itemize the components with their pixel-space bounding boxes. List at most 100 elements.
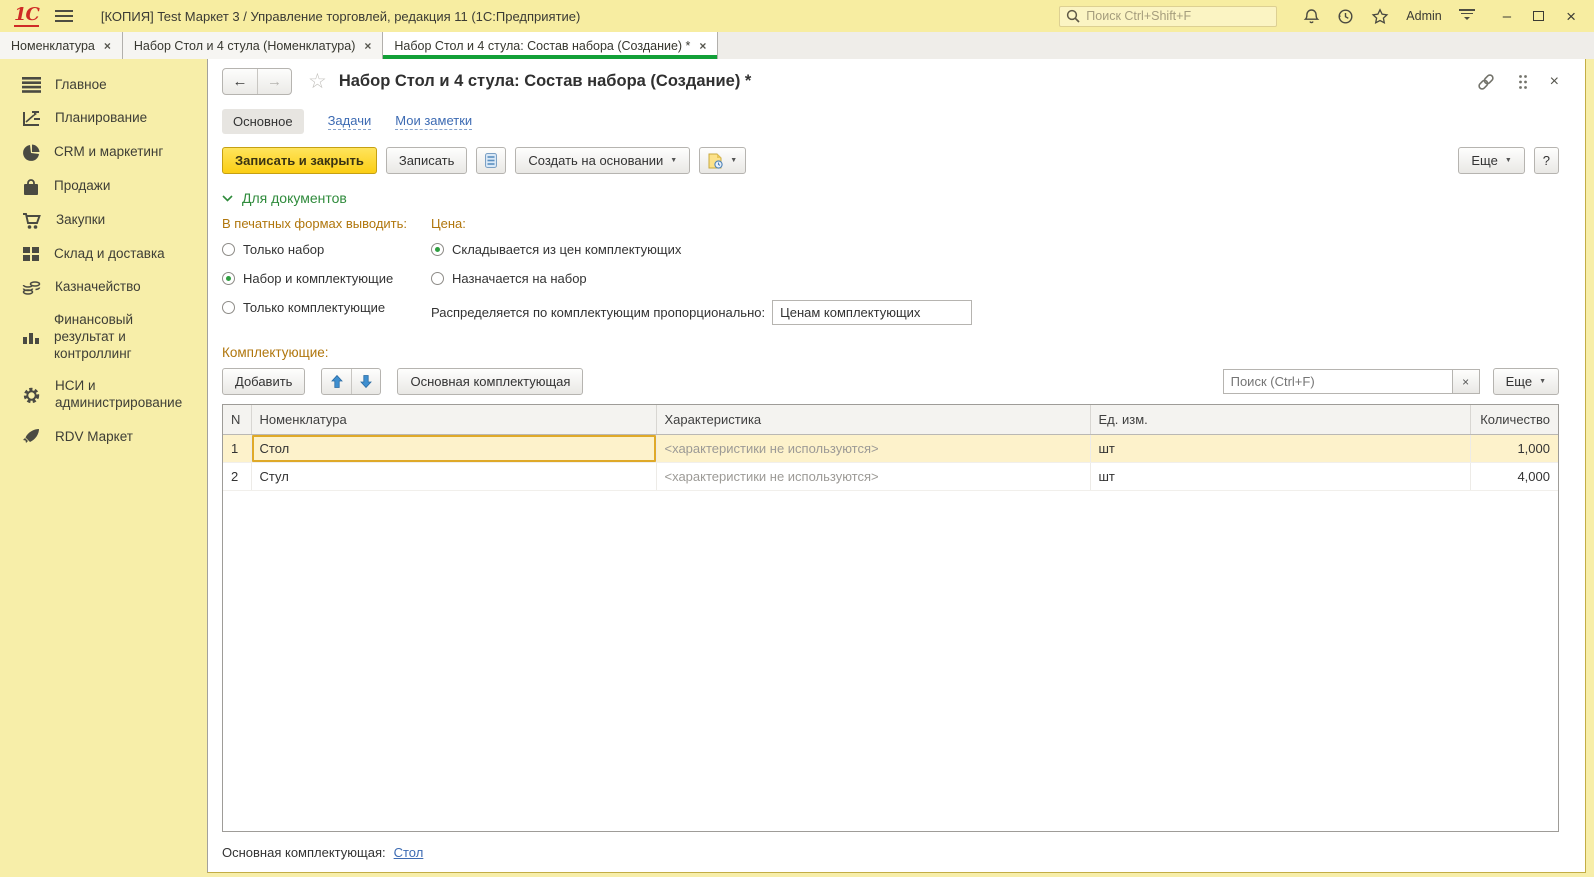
shopping-cart-icon: [23, 212, 41, 229]
tab-nabor-card[interactable]: Набор Стол и 4 стула (Номенклатура) ×: [122, 32, 384, 59]
tab-label: Номенклатура: [11, 38, 95, 53]
move-down-button[interactable]: [351, 369, 380, 394]
clear-search-icon[interactable]: ×: [1452, 369, 1480, 394]
favorite-star-icon[interactable]: ☆: [308, 69, 327, 94]
distribute-input[interactable]: [772, 300, 973, 325]
sidebar-item-zakupki[interactable]: Закупки: [0, 204, 207, 238]
radio-naznachaetsya-na-nabor[interactable]: Назначается на набор: [431, 271, 972, 286]
maximize-icon[interactable]: [1533, 11, 1545, 21]
tab-label: Набор Стол и 4 стула: Состав набора (Соз…: [394, 38, 691, 53]
more-button[interactable]: Еще ▼: [1458, 147, 1525, 174]
sidebar-item-prodazhi[interactable]: Продажи: [0, 170, 207, 204]
gear-icon: [23, 387, 40, 403]
radio-nabor-i-komplektuyushchie[interactable]: Набор и комплектующие: [222, 271, 431, 286]
radio-label: Складывается из цен комплектующих: [452, 242, 682, 257]
button-label: Добавить: [235, 374, 293, 389]
cell-qty[interactable]: 1,000: [1470, 434, 1558, 463]
sidebar-item-kaznacheystvo[interactable]: Казначейство: [0, 271, 207, 304]
sidebar-item-finrezultat[interactable]: Финансовый результат и контроллинг: [0, 304, 207, 371]
chevron-down-icon: ▼: [1504, 157, 1512, 164]
forward-icon[interactable]: →: [257, 69, 291, 94]
column-header-qty[interactable]: Количество: [1470, 405, 1558, 435]
pie-chart-icon: [23, 144, 40, 161]
cell-n[interactable]: 2: [223, 462, 252, 491]
document-clock-button[interactable]: ▼: [699, 147, 747, 174]
sidebar-item-label: Продажи: [54, 178, 111, 194]
cell-characteristic[interactable]: <характеристики не используются>: [656, 434, 1091, 463]
main-menu-icon[interactable]: [1458, 9, 1475, 23]
main-component-link[interactable]: Стол: [394, 845, 424, 860]
sidebar-item-planirovanie[interactable]: Планирование: [0, 102, 207, 136]
rocket-icon: [23, 429, 39, 444]
tab-nomenklatura[interactable]: Номенклатура ×: [0, 32, 123, 59]
move-up-button[interactable]: [322, 369, 351, 394]
table-row[interactable]: 2 Стул <характеристики не используются> …: [223, 462, 1558, 491]
minimize-icon[interactable]: –: [1503, 9, 1511, 24]
radio-skladyvaetsya-iz-tsen[interactable]: Складывается из цен комплектующих: [431, 242, 972, 257]
sidebar-item-label: CRM и маркетинг: [54, 144, 164, 160]
button-label: Записать и закрыть: [235, 153, 364, 168]
sidebar-item-crm[interactable]: CRM и маркетинг: [0, 136, 207, 170]
sidebar-item-label: Главное: [55, 77, 107, 92]
bell-icon[interactable]: [1303, 8, 1320, 25]
sections-sidebar: Главное Планирование CRM и маркетинг Про…: [0, 59, 207, 877]
close-form-icon[interactable]: ×: [1550, 73, 1559, 90]
main-component-button[interactable]: Основная комплектующая: [397, 368, 584, 395]
user-name[interactable]: Admin: [1406, 9, 1441, 23]
shopping-bag-icon: [24, 179, 38, 195]
cell-nomenclature[interactable]: Стул: [251, 462, 657, 491]
cell-n[interactable]: 1: [223, 434, 252, 463]
save-button[interactable]: Записать: [385, 147, 468, 174]
global-search[interactable]: [1059, 5, 1278, 27]
sidebar-item-glavnoe[interactable]: Главное: [0, 69, 207, 102]
hamburger-icon[interactable]: [54, 10, 73, 22]
sidebar-item-label: Планирование: [55, 110, 148, 126]
tab-close-icon[interactable]: ×: [104, 40, 111, 52]
column-header-characteristic[interactable]: Характеристика: [656, 405, 1091, 435]
back-icon[interactable]: ←: [223, 69, 257, 94]
global-search-input[interactable]: [1086, 9, 1271, 23]
cell-unit[interactable]: шт: [1090, 434, 1471, 463]
save-and-close-button[interactable]: Записать и закрыть: [222, 147, 377, 174]
column-header-n[interactable]: N: [223, 405, 252, 435]
tab-sostav-nabora[interactable]: Набор Стол и 4 стула: Состав набора (Соз…: [383, 32, 719, 59]
help-button[interactable]: ?: [1533, 147, 1559, 174]
history-nav-buttons: ← →: [222, 68, 292, 95]
section-dlya-dokumentov[interactable]: Для документов: [222, 190, 1585, 206]
history-icon[interactable]: [1337, 8, 1354, 25]
cell-qty[interactable]: 4,000: [1470, 462, 1558, 491]
tab-osnovnoe[interactable]: Основное: [222, 109, 304, 134]
sidebar-item-label: Склад и доставка: [54, 245, 165, 261]
table-search-input[interactable]: [1222, 369, 1453, 394]
close-window-icon[interactable]: ×: [1566, 8, 1576, 25]
table-empty-area: [223, 491, 1558, 831]
chevron-down-icon: [222, 194, 233, 202]
button-label: Записать: [398, 153, 455, 168]
sidebar-item-nsi[interactable]: НСИ и администрирование: [0, 370, 207, 420]
tab-close-icon[interactable]: ×: [364, 40, 371, 52]
cell-nomenclature-active[interactable]: Стол: [251, 434, 657, 463]
favorites-star-icon[interactable]: [1371, 7, 1389, 25]
cell-characteristic[interactable]: <характеристики не используются>: [656, 462, 1091, 491]
sidebar-item-sklad[interactable]: Склад и доставка: [0, 238, 207, 271]
create-based-on-button[interactable]: Создать на основании ▼: [515, 147, 691, 174]
cell-unit[interactable]: шт: [1090, 462, 1471, 491]
radio-tolko-komplektuyushchie[interactable]: Только комплектующие: [222, 300, 431, 315]
form-window: ← → ☆ Набор Стол и 4 стула: Состав набор…: [207, 59, 1586, 873]
column-header-unit[interactable]: Ед. изм.: [1090, 405, 1471, 435]
button-label: ?: [1542, 153, 1550, 168]
column-header-nomenclature[interactable]: Номенклатура: [251, 405, 657, 435]
tab-close-icon[interactable]: ×: [699, 40, 706, 52]
tab-zadachi[interactable]: Задачи: [327, 113, 372, 130]
button-label: Основная комплектующая: [410, 374, 571, 389]
sidebar-item-rdv-market[interactable]: RDV Маркет: [0, 420, 207, 454]
add-button[interactable]: Добавить: [222, 368, 306, 395]
more-dots-icon[interactable]: [1518, 74, 1528, 90]
tab-moi-zametki[interactable]: Мои заметки: [395, 113, 473, 130]
chevron-down-icon: ▼: [1539, 378, 1546, 385]
report-button[interactable]: [476, 147, 507, 174]
link-icon[interactable]: [1476, 72, 1496, 92]
table-more-button[interactable]: Еще ▼: [1492, 368, 1559, 395]
table-row[interactable]: 1 Стол <характеристики не используются> …: [223, 434, 1558, 463]
radio-tolko-nabor[interactable]: Только набор: [222, 242, 431, 257]
